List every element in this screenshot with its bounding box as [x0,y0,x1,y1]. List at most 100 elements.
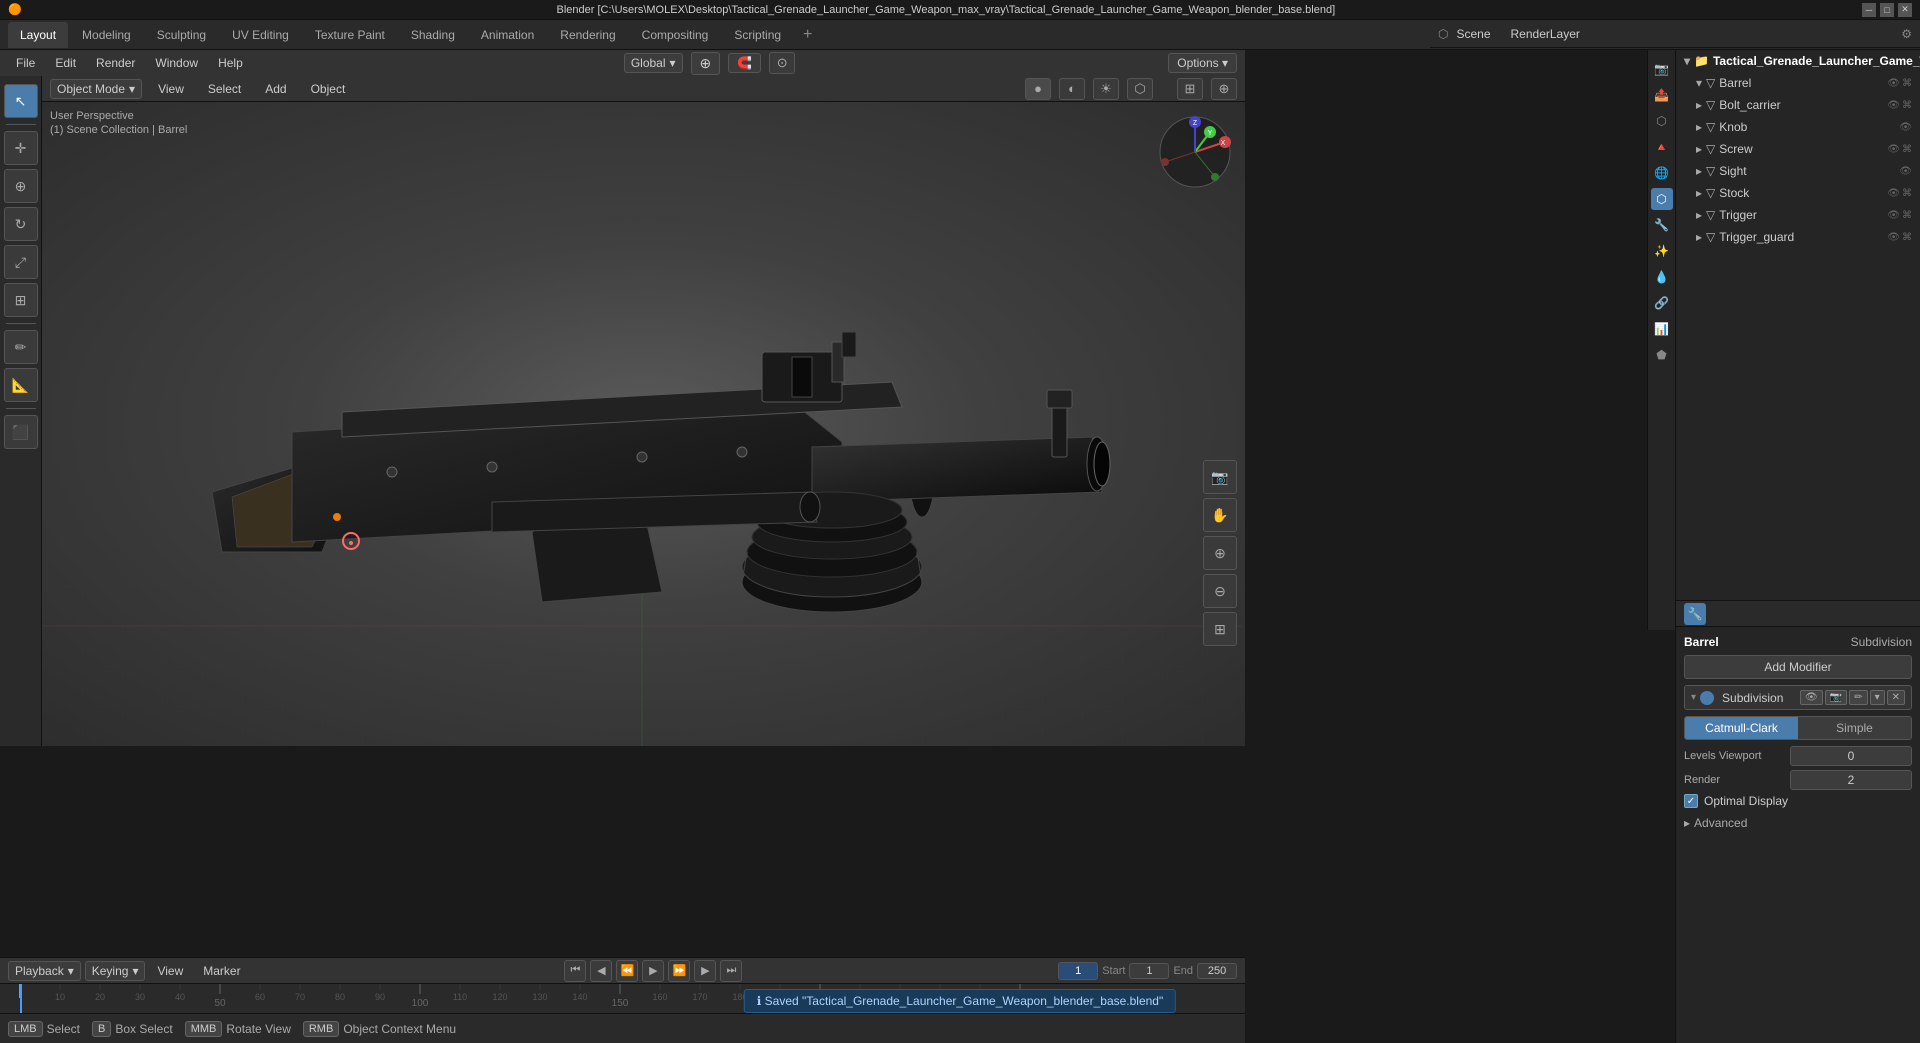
add-modifier-button[interactable]: Add Modifier [1684,655,1912,679]
modifier-close-btn[interactable]: ✕ [1887,690,1905,705]
snap-toggle[interactable]: 🧲 [728,53,761,73]
outliner-item-barrel[interactable]: ▾ ▽ Barrel 👁 ⌘ [1676,72,1920,94]
cursor-tool[interactable]: ✛ [4,131,38,165]
viewport-overlays[interactable]: ⊞ [1177,78,1203,100]
optimal-display-row[interactable]: ✓ Optimal Display [1684,794,1912,808]
simple-tab[interactable]: Simple [1798,717,1911,739]
levels-viewport-value[interactable]: 0 [1790,746,1912,766]
optimal-display-checkbox[interactable]: ✓ [1684,794,1698,808]
menu-file[interactable]: File [8,54,43,72]
zoom-in-btn[interactable]: ⊕ [1203,536,1237,570]
modifier-expand-btn[interactable]: ▾ [1870,690,1885,705]
render-level-value[interactable]: 2 [1790,770,1912,790]
options-btn[interactable]: Options ▾ [1168,53,1237,73]
current-frame-input[interactable]: 1 [1058,962,1098,980]
modifier-edit-toggle[interactable]: ✏ [1849,690,1867,705]
props-icon-wrench[interactable]: 🔧 [1684,603,1706,625]
tab-animation[interactable]: Animation [469,22,546,48]
maximize-button[interactable]: □ [1880,3,1894,17]
rotate-tool[interactable]: ↻ [4,207,38,241]
menu-edit[interactable]: Edit [47,54,84,72]
menu-window[interactable]: Window [147,54,206,72]
ortho-view-btn[interactable]: ⊞ [1203,612,1237,646]
modifier-render-toggle[interactable]: 📷 [1825,690,1847,705]
outliner-item-knob[interactable]: ▸ ▽ Knob 👁 [1676,116,1920,138]
props-data-icon[interactable]: 📊 [1651,318,1673,340]
select-tool[interactable]: ↖ [4,84,38,118]
object-mode-select[interactable]: Object Mode ▾ [50,79,142,99]
measure-tool[interactable]: 📐 [4,368,38,402]
timeline-view-menu[interactable]: View [149,962,191,980]
zoom-out-btn[interactable]: ⊖ [1203,574,1237,608]
props-world-icon[interactable]: 🌐 [1651,162,1673,184]
jump-end-btn[interactable]: ⏭ [720,960,742,982]
viewport-shading-solid[interactable]: ● [1025,78,1051,100]
props-material-icon[interactable]: ⬟ [1651,344,1673,366]
play-btn[interactable]: ▶ [642,960,664,982]
outliner-item-screw[interactable]: ▸ ▽ Screw 👁 ⌘ [1676,138,1920,160]
tab-scripting[interactable]: Scripting [722,22,793,48]
annotate-tool[interactable]: ✏ [4,330,38,364]
view-menu[interactable]: View [150,80,192,98]
menu-render[interactable]: Render [88,54,143,72]
viewport-shading-wireframe[interactable]: ⬡ [1127,78,1153,100]
tab-texture-paint[interactable]: Texture Paint [303,22,397,48]
tab-sculpting[interactable]: Sculpting [145,22,218,48]
outliner-item-trigger[interactable]: ▸ ▽ Trigger 👁 ⌘ [1676,204,1920,226]
tab-modeling[interactable]: Modeling [70,22,143,48]
props-modifier-icon[interactable]: 🔧 [1651,214,1673,236]
playback-select[interactable]: Playback ▾ [8,961,81,981]
select-menu[interactable]: Select [200,80,249,98]
add-cube-tool[interactable]: ⬛ [4,415,38,449]
menu-help[interactable]: Help [210,54,251,72]
prev-keyframe-btn[interactable]: ⏪ [616,960,638,982]
modifier-toggle[interactable]: ▾ [1691,692,1696,703]
outliner-item-trigger-guard[interactable]: ▸ ▽ Trigger_guard 👁 ⌘ [1676,226,1920,248]
start-frame-input[interactable]: 1 [1129,963,1169,979]
outliner-scene-collection[interactable]: ▾ 📁 Tactical_Grenade_Launcher_Game_Weapo… [1676,50,1920,72]
viewport-shading-rendered[interactable]: ☀ [1093,78,1119,100]
props-render-icon[interactable]: 📷 [1651,58,1673,80]
timeline-marker-menu[interactable]: Marker [195,962,248,980]
tab-uv-editing[interactable]: UV Editing [220,22,301,48]
advanced-section[interactable]: ▸ Advanced [1684,812,1912,834]
transform-tool[interactable]: ⊞ [4,283,38,317]
tab-compositing[interactable]: Compositing [630,22,721,48]
hand-pan-btn[interactable]: ✋ [1203,498,1237,532]
navigation-gizmo[interactable]: X Y Z [1155,112,1235,192]
outliner-item-sight[interactable]: ▸ ▽ Sight 👁 [1676,160,1920,182]
props-output-icon[interactable]: 📤 [1651,84,1673,106]
global-transform-select[interactable]: Global▾ [624,53,683,73]
next-frame-btn[interactable]: ▶ [694,960,716,982]
next-keyframe-btn[interactable]: ⏩ [668,960,690,982]
move-tool[interactable]: ⊕ [4,169,38,203]
outliner-item-bolt-carrier[interactable]: ▸ ▽ Bolt_carrier 👁 ⌘ [1676,94,1920,116]
close-button[interactable]: ✕ [1898,3,1912,17]
props-object-icon[interactable]: ⬡ [1651,188,1673,210]
props-constraints-icon[interactable]: 🔗 [1651,292,1673,314]
end-frame-input[interactable]: 250 [1197,963,1237,979]
props-physics-icon[interactable]: 💧 [1651,266,1673,288]
props-particles-icon[interactable]: ✨ [1651,240,1673,262]
pivot-point-btn[interactable]: ⊕ [691,52,721,75]
tab-shading[interactable]: Shading [399,22,467,48]
prev-frame-btn[interactable]: ◀ [590,960,612,982]
filter-icon[interactable]: ⚙ [1901,27,1912,41]
tab-rendering[interactable]: Rendering [548,22,627,48]
keying-select[interactable]: Keying▾ [85,961,146,981]
minimize-button[interactable]: ─ [1862,3,1876,17]
props-scene-icon[interactable]: 🔺 [1651,136,1673,158]
object-menu[interactable]: Object [303,80,354,98]
scale-tool[interactable]: ⤢ [4,245,38,279]
camera-view-btn[interactable]: 📷 [1203,460,1237,494]
add-workspace-button[interactable]: + [795,26,820,44]
props-view-layer-icon[interactable]: ⬡ [1651,110,1673,132]
proportional-edit[interactable]: ⊙ [769,52,795,74]
jump-start-btn[interactable]: ⏮ [564,960,586,982]
viewport-shading-material[interactable]: ◐ [1059,78,1085,100]
add-menu[interactable]: Add [257,80,294,98]
tab-layout[interactable]: Layout [8,22,68,48]
outliner-item-stock[interactable]: ▸ ▽ Stock 👁 ⌘ [1676,182,1920,204]
modifier-display-toggle[interactable]: 👁 [1800,690,1823,705]
viewport-gizmos[interactable]: ⊕ [1211,78,1237,100]
